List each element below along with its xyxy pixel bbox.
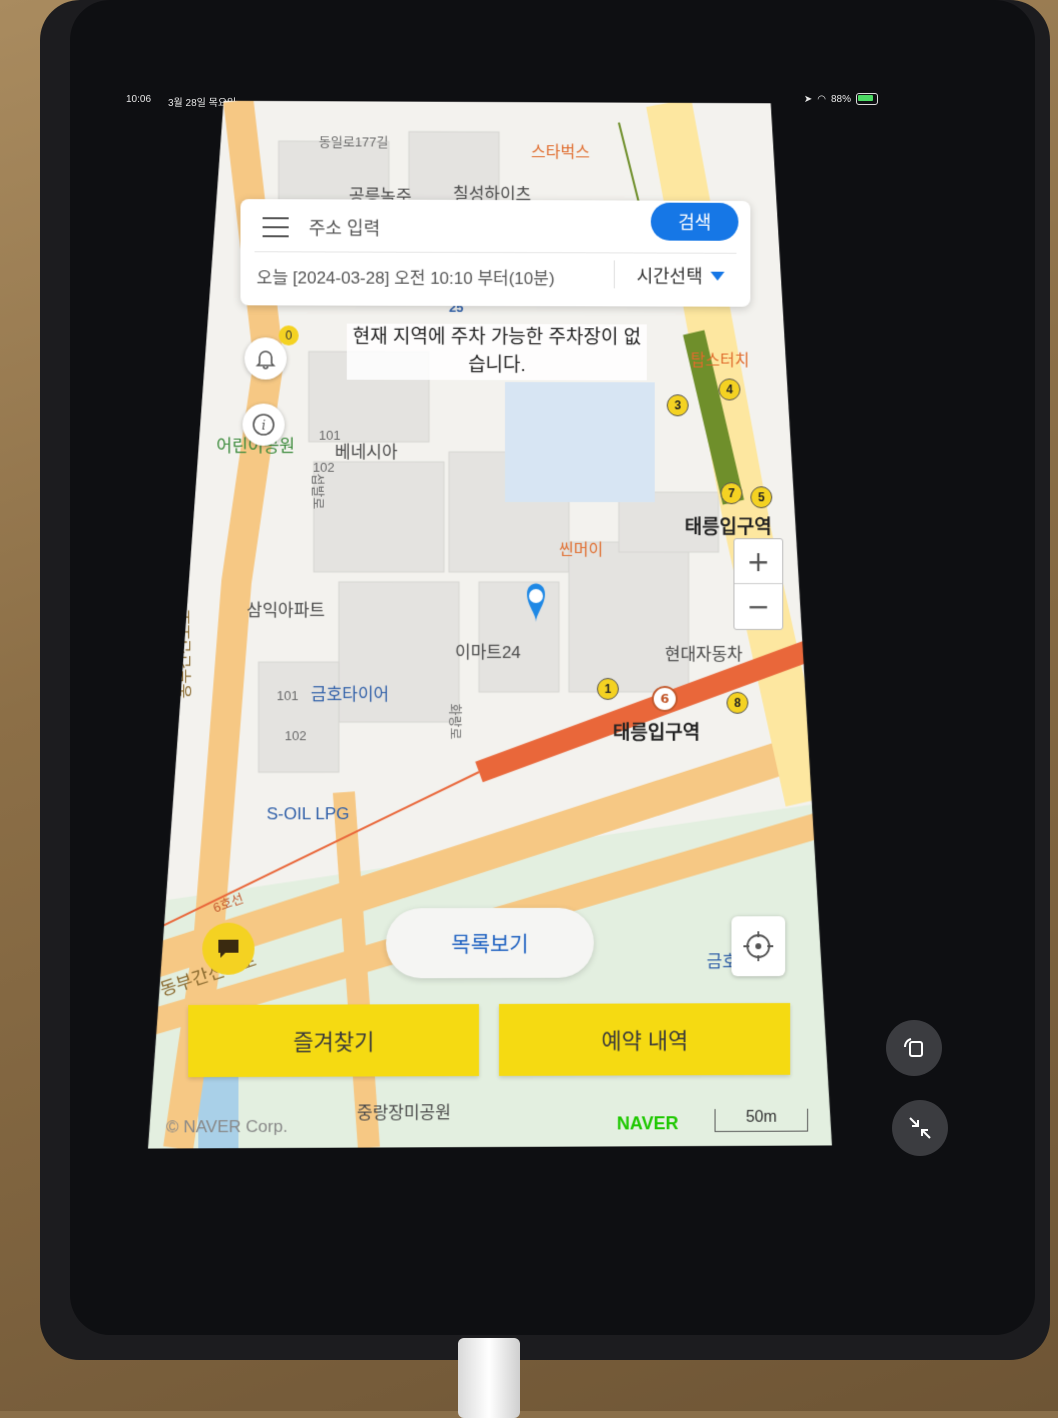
subway-line-badge: 6	[652, 686, 678, 712]
info-button[interactable]: i	[242, 404, 284, 446]
list-view-button[interactable]: 목록보기	[386, 908, 594, 979]
collapse-button[interactable]	[892, 1100, 948, 1156]
poi-label[interactable]: 중랑장미공원	[357, 1098, 451, 1123]
exit-marker[interactable]: 1	[597, 678, 619, 700]
road-label: 섭발로	[311, 473, 327, 510]
map-scale: 50m	[715, 1109, 809, 1132]
poi-label[interactable]: 금호타이어	[311, 680, 389, 705]
notification-badge: 0	[279, 325, 299, 345]
reservation-history-button[interactable]: 예약 내역	[499, 1003, 790, 1076]
exit-marker[interactable]: 5	[750, 486, 772, 508]
bell-icon	[254, 346, 278, 370]
chat-button[interactable]	[202, 923, 254, 975]
poi-label[interactable]: S-OIL LPG	[267, 804, 350, 824]
station-label[interactable]: 태릉입구역	[685, 512, 772, 539]
exit-marker[interactable]: 8	[726, 692, 748, 714]
wifi-icon: ◠	[817, 93, 826, 105]
poi-label[interactable]: 스타벅스	[531, 138, 590, 162]
zoom-control: + −	[733, 538, 783, 630]
zoom-in-icon[interactable]: +	[734, 539, 782, 584]
favorites-button[interactable]: 즐겨찾기	[188, 1004, 479, 1077]
status-time: 10:06	[126, 94, 152, 105]
search-button[interactable]: 검색	[651, 203, 739, 241]
station-label[interactable]: 태릉입구역	[613, 718, 700, 745]
charging-cable	[458, 1338, 520, 1418]
status-right: ➤ ◠ 88%	[804, 93, 878, 105]
poi-label[interactable]: 베네시아	[335, 438, 398, 463]
no-parking-notice: 현재 지역에 주차 가능한 주차장이 없습니다.	[347, 324, 647, 381]
building-number: 101	[276, 688, 299, 704]
exit-marker[interactable]: 4	[719, 378, 741, 400]
zoom-out-icon[interactable]: −	[734, 584, 782, 628]
poi-label[interactable]: 현대자동차	[665, 640, 743, 665]
road-label: 화랑로	[448, 703, 464, 740]
locate-icon	[741, 929, 775, 963]
info-icon: i	[252, 413, 276, 437]
battery-percent: 88%	[830, 93, 851, 105]
rotate-lock-button[interactable]	[886, 1020, 942, 1076]
poi-label[interactable]: 이마트24	[455, 638, 521, 663]
chat-icon	[215, 937, 241, 961]
battery-icon	[856, 93, 878, 105]
app-screen: 동일로177길 섭발로 화랑로 동부간선도로 6호선 동부간선도로 공릉녹주 칠…	[148, 100, 832, 1148]
notification-button[interactable]	[244, 337, 286, 379]
building-number: 102	[284, 728, 307, 744]
building-number: 101	[318, 427, 341, 443]
poi-label[interactable]: 씬머이	[559, 536, 603, 560]
exit-marker[interactable]: 7	[721, 482, 743, 504]
divider	[614, 260, 615, 288]
road-label: 동일로177길	[318, 134, 389, 150]
map-copyright: © NAVER Corp.	[166, 1116, 288, 1137]
time-select-dropdown[interactable]: 시간선택	[637, 262, 725, 288]
time-select-label: 시간선택	[636, 266, 703, 287]
menu-icon[interactable]	[263, 217, 289, 237]
search-card: 검색 오늘 [2024-03-28] 오전 10:10 부터(10분) 시간선택	[240, 199, 750, 307]
collapse-icon	[909, 1117, 931, 1139]
exit-marker[interactable]: 3	[667, 394, 689, 416]
reservation-time-text: 오늘 [2024-03-28] 오전 10:10 부터(10분)	[256, 268, 555, 289]
naver-logo: NAVER	[616, 1113, 679, 1134]
chevron-down-icon	[711, 271, 725, 280]
svg-text:i: i	[261, 419, 265, 434]
rotate-lock-icon	[904, 1038, 923, 1057]
address-input[interactable]	[307, 213, 631, 244]
poi-label[interactable]: 탑스터치	[691, 346, 750, 370]
location-arrow-icon: ➤	[803, 93, 813, 105]
locate-button[interactable]	[731, 916, 785, 976]
divider	[255, 251, 737, 254]
poi-label[interactable]: 삼익아파트	[247, 596, 325, 621]
building-number: 102	[312, 459, 335, 475]
